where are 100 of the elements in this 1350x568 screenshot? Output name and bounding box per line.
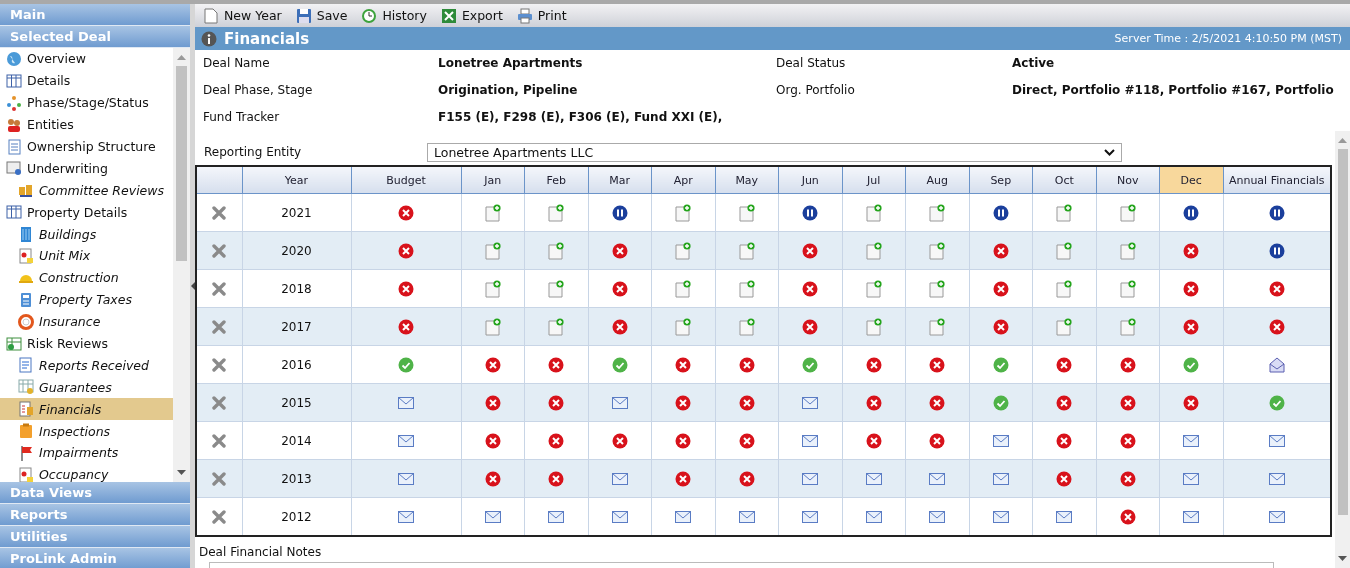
column-header[interactable]: May — [715, 166, 779, 194]
envelope-icon[interactable] — [1268, 472, 1285, 485]
cross-circle-icon[interactable] — [802, 318, 819, 335]
document-plus-icon[interactable] — [929, 203, 946, 222]
cross-circle-icon[interactable] — [929, 356, 946, 373]
column-header[interactable]: Jan — [461, 166, 525, 194]
column-header[interactable]: Annual Financials — [1223, 166, 1331, 194]
cross-circle-icon[interactable] — [548, 470, 565, 487]
envelope-icon[interactable] — [548, 510, 565, 523]
document-plus-icon[interactable] — [865, 203, 882, 222]
cross-circle-icon[interactable] — [1183, 318, 1200, 335]
column-header[interactable]: Year — [242, 166, 351, 194]
cross-circle-icon[interactable] — [1268, 280, 1285, 297]
cross-circle-icon[interactable] — [548, 432, 565, 449]
column-header[interactable]: Feb — [524, 166, 588, 194]
document-plus-icon[interactable] — [548, 241, 565, 260]
cross-circle-icon[interactable] — [992, 280, 1009, 297]
cross-circle-icon[interactable] — [738, 470, 755, 487]
cross-circle-icon[interactable] — [1119, 508, 1136, 525]
cross-circle-icon[interactable] — [675, 394, 692, 411]
delete-icon[interactable] — [212, 205, 227, 220]
delete-icon[interactable] — [212, 357, 227, 372]
toolbar-button[interactable]: Print — [514, 7, 569, 24]
document-plus-icon[interactable] — [675, 203, 692, 222]
cross-circle-icon[interactable] — [992, 318, 1009, 335]
document-plus-icon[interactable] — [1056, 317, 1073, 336]
document-plus-icon[interactable] — [548, 279, 565, 298]
nav-item[interactable]: Property Taxes — [0, 288, 173, 311]
scroll-up-icon[interactable] — [1338, 135, 1347, 145]
cross-circle-icon[interactable] — [1183, 280, 1200, 297]
envelope-icon[interactable] — [865, 472, 882, 485]
envelope-icon[interactable] — [398, 510, 414, 523]
delete-icon[interactable] — [212, 509, 227, 524]
document-plus-icon[interactable] — [929, 317, 946, 336]
column-header[interactable]: Budget — [351, 166, 461, 194]
scroll-down-icon[interactable] — [177, 468, 186, 478]
document-plus-icon[interactable] — [1119, 203, 1136, 222]
cross-circle-icon[interactable] — [398, 204, 414, 221]
delete-icon[interactable] — [212, 433, 227, 448]
column-header[interactable]: Jun — [778, 166, 842, 194]
envelope-icon[interactable] — [1268, 434, 1285, 447]
cross-circle-icon[interactable] — [1268, 318, 1285, 335]
cross-circle-icon[interactable] — [611, 318, 628, 335]
nav-item[interactable]: Impairments — [0, 442, 173, 464]
cross-circle-icon[interactable] — [1119, 356, 1136, 373]
delete-icon[interactable] — [212, 243, 227, 258]
nav-item[interactable]: Committee Reviews — [0, 179, 173, 202]
document-plus-icon[interactable] — [484, 279, 501, 298]
scrollbar[interactable] — [1335, 131, 1350, 568]
delete-icon[interactable] — [212, 319, 227, 334]
cross-circle-icon[interactable] — [1056, 394, 1073, 411]
nav-item[interactable]: Financials — [0, 398, 173, 421]
pause-icon[interactable] — [1268, 204, 1285, 221]
nav-item[interactable]: Construction — [0, 266, 173, 289]
nav-item[interactable]: Inspections — [0, 420, 173, 443]
envelope-icon[interactable] — [398, 434, 414, 447]
cross-circle-icon[interactable] — [929, 394, 946, 411]
cross-circle-icon[interactable] — [484, 432, 501, 449]
cross-circle-icon[interactable] — [865, 394, 882, 411]
envelope-icon[interactable] — [611, 472, 628, 485]
cross-circle-icon[interactable] — [992, 242, 1009, 259]
cross-circle-icon[interactable] — [675, 432, 692, 449]
envelope-icon[interactable] — [1268, 510, 1285, 523]
check-icon[interactable] — [1183, 356, 1200, 373]
envelope-icon[interactable] — [1056, 510, 1073, 523]
column-header[interactable]: Sep — [969, 166, 1033, 194]
envelope-icon[interactable] — [611, 396, 628, 409]
nav-item[interactable]: Overview — [0, 48, 173, 70]
document-plus-icon[interactable] — [484, 203, 501, 222]
toolbar-button[interactable]: Export — [438, 7, 505, 24]
splitter-handle[interactable] — [190, 4, 195, 568]
cross-circle-icon[interactable] — [611, 432, 628, 449]
toolbar-button[interactable]: New Year — [201, 7, 284, 24]
document-plus-icon[interactable] — [548, 317, 565, 336]
document-plus-icon[interactable] — [484, 241, 501, 260]
envelope-icon[interactable] — [992, 472, 1009, 485]
check-icon[interactable] — [398, 356, 414, 373]
entity-dropdown[interactable]: Lonetree Apartments LLC — [427, 142, 1122, 162]
envelope-icon[interactable] — [929, 510, 946, 523]
envelope-icon[interactable] — [802, 434, 819, 447]
nav-item[interactable]: Risk Reviews — [0, 332, 173, 355]
check-icon[interactable] — [992, 356, 1009, 373]
cross-circle-icon[interactable] — [611, 242, 628, 259]
document-plus-icon[interactable] — [548, 203, 565, 222]
envelope-icon[interactable] — [484, 510, 501, 523]
cross-circle-icon[interactable] — [398, 318, 414, 335]
envelope-icon[interactable] — [1183, 472, 1200, 485]
check-icon[interactable] — [992, 394, 1009, 411]
column-header[interactable]: Oct — [1032, 166, 1096, 194]
cross-circle-icon[interactable] — [738, 432, 755, 449]
scrollbar[interactable] — [173, 48, 190, 482]
check-icon[interactable] — [802, 356, 819, 373]
cross-circle-icon[interactable] — [484, 394, 501, 411]
cross-circle-icon[interactable] — [611, 280, 628, 297]
scroll-down-icon[interactable] — [1338, 554, 1347, 564]
envelope-icon[interactable] — [1183, 434, 1200, 447]
pause-icon[interactable] — [611, 204, 628, 221]
envelope-icon[interactable] — [929, 472, 946, 485]
cross-circle-icon[interactable] — [1056, 356, 1073, 373]
scroll-up-icon[interactable] — [177, 52, 186, 62]
